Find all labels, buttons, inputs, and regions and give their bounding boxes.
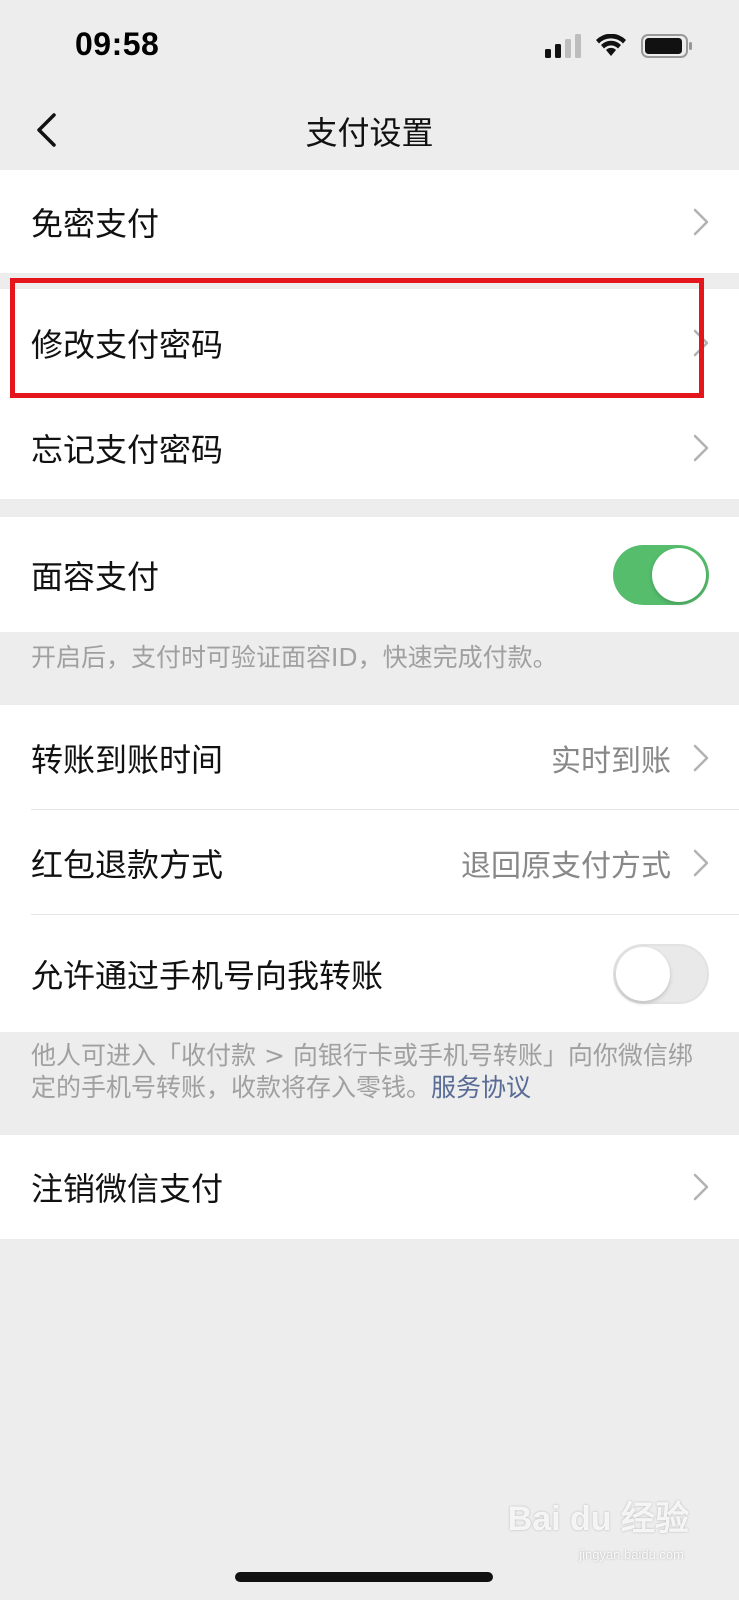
- status-icons: [545, 34, 693, 58]
- chevron-right-icon: [693, 1173, 709, 1201]
- phone-transfer-toggle[interactable]: [613, 943, 709, 1004]
- chevron-right-icon: [693, 208, 709, 235]
- signal-icon: [545, 34, 581, 58]
- cancel-wechat-pay-row[interactable]: 注销微信支付: [0, 1135, 739, 1239]
- baidu-watermark: Bai du 经验: [507, 1500, 689, 1538]
- group-password: 修改支付密码 忘记支付密码: [0, 289, 739, 499]
- page-title: 支付设置: [305, 114, 434, 152]
- phone-transfer-note-text: 他人可进入「收付款 > 向银行卡或手机号转账」向你微信绑定的手机号转账，收款将存…: [31, 1041, 693, 1102]
- group-cancel: 注销微信支付: [0, 1135, 739, 1239]
- transfer-time-label: 转账到账时间: [31, 740, 224, 779]
- phone-transfer-note: 他人可进入「收付款 > 向银行卡或手机号转账」向你微信绑定的手机号转账，收款将存…: [31, 1040, 711, 1104]
- face-pay-note: 开启后，支付时可验证面容ID，快速完成付款。: [31, 643, 558, 672]
- home-indicator: [235, 1572, 493, 1582]
- forgot-password-row[interactable]: 忘记支付密码: [0, 397, 739, 499]
- red-packet-refund-row[interactable]: 红包退款方式 退回原支付方式: [0, 810, 739, 915]
- face-pay-toggle[interactable]: [613, 544, 709, 605]
- face-pay-label: 面容支付: [31, 557, 160, 596]
- free-pay-row[interactable]: 免密支付: [0, 170, 739, 273]
- transfer-time-value: 实时到账: [551, 743, 671, 779]
- cancel-wechat-pay-label: 注销微信支付: [31, 1170, 224, 1208]
- phone-transfer-row: 允许通过手机号向我转账: [0, 915, 739, 1032]
- forgot-password-label: 忘记支付密码: [31, 431, 224, 469]
- group-free-pay: 免密支付: [0, 170, 739, 273]
- chevron-right-icon: [693, 744, 709, 771]
- change-password-row[interactable]: 修改支付密码: [0, 289, 739, 397]
- face-pay-row: 面容支付: [0, 517, 739, 632]
- battery-icon: [641, 34, 692, 58]
- baidu-watermark-url: jingyan.baidu.com: [579, 1547, 684, 1562]
- chevron-right-icon: [693, 849, 709, 876]
- chevron-right-icon: [693, 329, 709, 357]
- transfer-time-row[interactable]: 转账到账时间 实时到账: [0, 705, 739, 810]
- group-transfer: 转账到账时间 实时到账 红包退款方式 退回原支付方式 允许通过手机号向我转账: [0, 705, 739, 1032]
- phone-transfer-label: 允许通过手机号向我转账: [31, 956, 384, 995]
- red-packet-refund-label: 红包退款方式: [31, 845, 224, 884]
- toggle-knob: [652, 547, 706, 602]
- chevron-right-icon: [693, 434, 709, 462]
- change-password-label: 修改支付密码: [31, 326, 224, 364]
- status-time: 09:58: [75, 26, 160, 62]
- service-agreement-link[interactable]: 服务协议: [431, 1073, 531, 1102]
- group-face-pay: 面容支付: [0, 517, 739, 632]
- wifi-icon: [596, 34, 626, 56]
- red-packet-refund-value: 退回原支付方式: [461, 848, 671, 884]
- nav-bar: 支付设置: [0, 90, 739, 170]
- free-pay-label: 免密支付: [31, 204, 160, 243]
- toggle-knob: [616, 946, 670, 1001]
- status-bar: 09:58: [0, 0, 739, 90]
